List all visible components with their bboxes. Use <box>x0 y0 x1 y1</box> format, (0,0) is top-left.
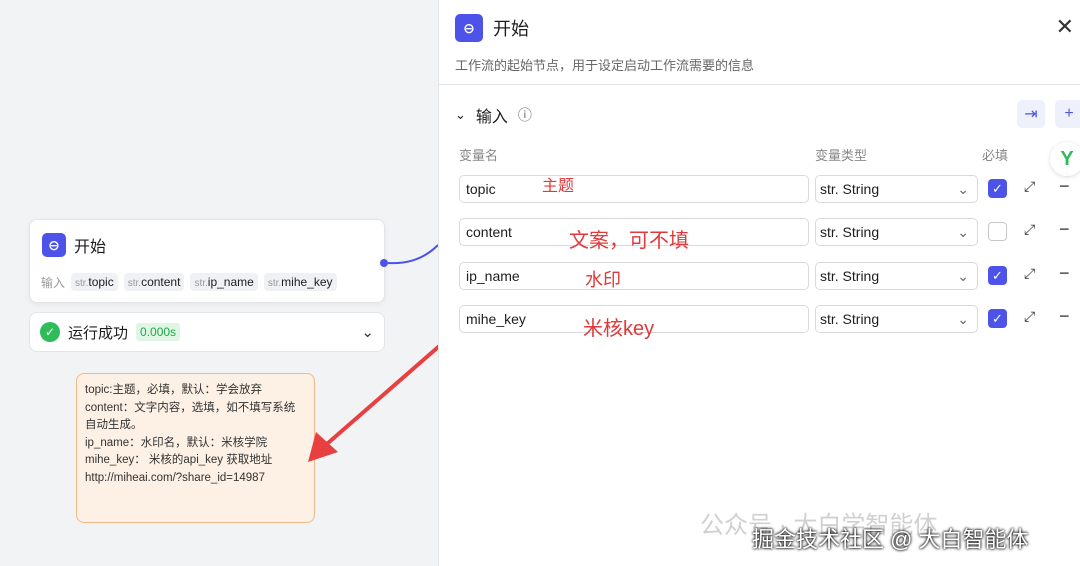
panel-description: 工作流的起始节点，用于设定启动工作流需要的信息 <box>455 58 755 73</box>
input-tag: str.ip_name <box>190 273 258 291</box>
input-tag: str.topic <box>71 273 118 291</box>
remove-icon[interactable]: − <box>1059 263 1070 284</box>
chevron-down-icon[interactable]: ⌄ <box>455 107 466 123</box>
remove-icon[interactable]: − <box>1059 306 1070 327</box>
input-tag: str.content <box>123 273 185 291</box>
app-logo-icon[interactable]: Y <box>1050 142 1080 176</box>
node-title: 开始 <box>74 239 107 256</box>
start-icon: ⊖ <box>42 233 66 257</box>
expand-icon[interactable]: ⤢ <box>1024 178 1035 195</box>
required-checkbox[interactable]: ✓ <box>988 179 1007 198</box>
run-time: 0.000s <box>136 323 181 341</box>
required-checkbox[interactable]: ✓ <box>988 309 1007 328</box>
col-required: 必填 <box>982 148 1009 163</box>
add-variable-button[interactable]: + <box>1055 100 1080 128</box>
note-card[interactable]: topic:主题，必填，默认：学会放弃 content：文字内容，选填，如不填写… <box>76 373 315 523</box>
note-line: mihe_key： 米核的api_key 获取地址 <box>85 454 273 466</box>
variable-name-input[interactable]: ip_name <box>459 262 809 290</box>
input-tag: str.mihe_key <box>263 273 337 291</box>
expand-icon[interactable]: ⤢ <box>1024 308 1035 325</box>
remove-icon[interactable]: − <box>1059 219 1070 240</box>
start-node[interactable]: ⊖ 开始 输入 str.topic str.content str.ip_name… <box>29 219 385 303</box>
variable-type-select[interactable]: str. String ⌄ <box>815 175 978 203</box>
close-icon[interactable]: ✕ <box>1056 14 1074 40</box>
import-button[interactable]: ⇥ <box>1017 100 1045 128</box>
success-icon: ✓ <box>40 322 60 342</box>
edge <box>388 244 439 265</box>
section-title: 输入 <box>475 109 508 126</box>
note-line: http://miheai.com/?share_id=14987 <box>85 471 265 484</box>
variable-type-select[interactable]: str. String ⌄ <box>815 218 978 246</box>
divider <box>439 84 1080 85</box>
annotation: 主题 <box>542 178 575 195</box>
output-port[interactable] <box>380 259 388 267</box>
run-status-text: 运行成功 <box>68 324 129 342</box>
variable-type-select[interactable]: str. String ⌄ <box>815 262 978 290</box>
col-type: 变量类型 <box>815 148 868 163</box>
start-icon: ⊖ <box>455 14 483 42</box>
inputs-label: 输入 <box>41 275 66 290</box>
annotation: 文案，可不填 <box>569 230 689 252</box>
annotation: 米核key <box>583 318 655 340</box>
watermark: 掘金技术社区 @ 大白智能体 <box>752 527 1029 552</box>
note-line: ip_name：水印名，默认：米核学院 <box>85 436 268 449</box>
note-line: content：文字内容，选填，如不填写系统自动生成。 <box>85 401 296 432</box>
variable-name-input[interactable]: topic <box>459 175 809 203</box>
info-icon: ⓘ <box>517 107 532 123</box>
expand-icon[interactable]: ⤢ <box>1024 265 1035 282</box>
note-line: topic:主题，必填，默认：学会放弃 <box>85 384 262 396</box>
required-checkbox[interactable]: ✓ <box>988 266 1007 285</box>
required-checkbox[interactable] <box>988 222 1007 241</box>
panel-title: 开始 <box>493 19 529 39</box>
expand-icon[interactable]: ⤢ <box>1024 221 1035 238</box>
remove-icon[interactable]: − <box>1059 176 1070 197</box>
annotation: 水印 <box>585 270 621 290</box>
variable-type-select[interactable]: str. String ⌄ <box>815 305 978 333</box>
col-name: 变量名 <box>459 148 499 163</box>
node-config-panel: ⊖ 开始 ✕ 工作流的起始节点，用于设定启动工作流需要的信息 ⌄ 输入 ⓘ ⇥ + 变… <box>438 0 1080 566</box>
